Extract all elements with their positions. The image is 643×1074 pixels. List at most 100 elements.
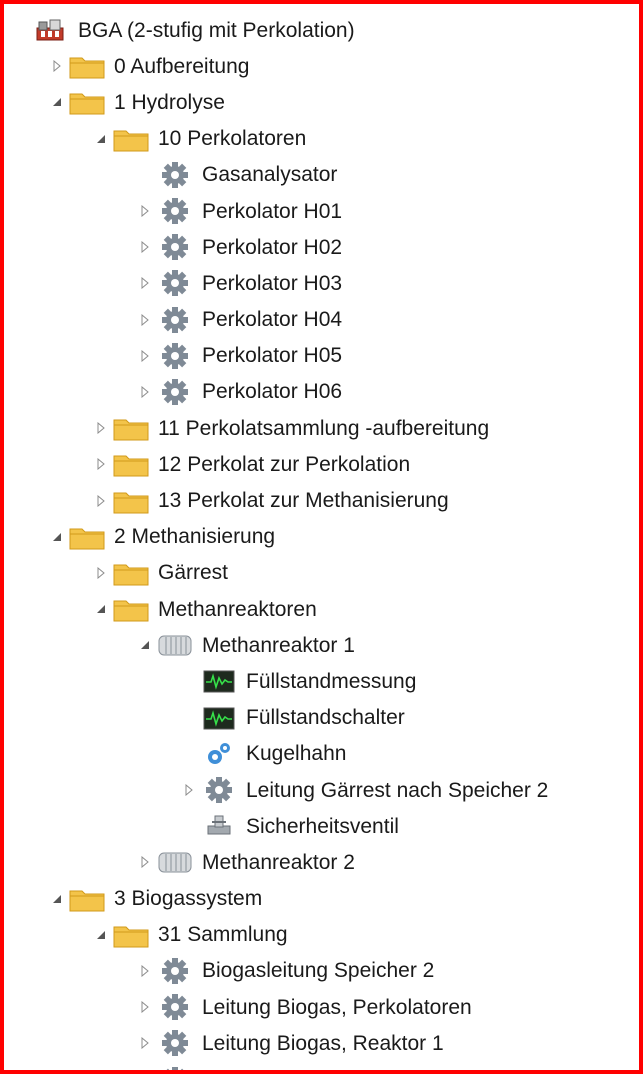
gear-icon <box>156 956 194 986</box>
tree-node-label: 3 Biogassystem <box>114 887 263 911</box>
collapsed-arrow-icon[interactable] <box>134 236 156 258</box>
monitor-icon <box>200 666 238 696</box>
tree-node[interactable]: Perkolator H06 <box>4 374 639 410</box>
collapsed-arrow-icon[interactable] <box>46 55 68 77</box>
expanded-arrow-icon[interactable] <box>134 634 156 656</box>
expanded-arrow-icon[interactable] <box>90 598 112 620</box>
tree-node-label: Gärrest <box>158 561 229 585</box>
tree-node-label: 2 Methanisierung <box>114 525 276 549</box>
folder-icon <box>112 449 150 479</box>
collapsed-arrow-icon[interactable] <box>90 490 112 512</box>
tree-node-label: Leitung Biogas, Reaktor 1 <box>202 1031 444 1055</box>
tree-node[interactable]: 11 Perkolatsammlung -aufbereitung <box>4 410 639 446</box>
tree-node-label: Perkolator H05 <box>202 344 343 368</box>
gear-icon <box>156 305 194 335</box>
monitor-icon <box>200 703 238 733</box>
tree-node[interactable]: 13 Perkolat zur Methanisierung <box>4 482 639 518</box>
collapsed-arrow-icon[interactable] <box>134 996 156 1018</box>
tree-node[interactable]: Perkolator H02 <box>4 229 639 265</box>
tree-node[interactable]: 1 Hydrolyse <box>4 84 639 120</box>
folder-icon <box>112 124 150 154</box>
folder-icon <box>68 51 106 81</box>
tree-node-label: 1 Hydrolyse <box>114 90 225 114</box>
expanded-arrow-icon[interactable] <box>90 128 112 150</box>
collapsed-arrow-icon[interactable] <box>90 562 112 584</box>
folder-icon <box>112 594 150 624</box>
tree-node-label: Sicherheitsventil <box>246 814 399 838</box>
tree-node[interactable]: Kugelhahn <box>4 736 639 772</box>
collapsed-arrow-icon[interactable] <box>134 272 156 294</box>
tree-node-label: 11 Perkolatsammlung -aufbereitung <box>158 416 490 440</box>
tree-node-label: 0 Aufbereitung <box>114 54 250 78</box>
tree-node[interactable]: Methanreaktoren <box>4 591 639 627</box>
gear-icon <box>156 992 194 1022</box>
tree-node-label: Methanreaktor 2 <box>202 850 355 874</box>
tree-node[interactable]: Sicherheitsventil <box>4 808 639 844</box>
collapsed-arrow-icon[interactable] <box>134 960 156 982</box>
tree-node[interactable]: Gasanalysator <box>4 157 639 193</box>
collapsed-arrow-icon[interactable] <box>134 1069 156 1070</box>
gear-icon <box>156 1065 194 1070</box>
collapsed-arrow-icon[interactable] <box>134 851 156 873</box>
expanded-arrow-icon[interactable] <box>46 526 68 548</box>
tank-icon <box>156 847 194 877</box>
valve-icon <box>200 811 238 841</box>
collapsed-arrow-icon[interactable] <box>90 453 112 475</box>
folder-icon <box>68 87 106 117</box>
tree-node[interactable]: Füllstandmessung <box>4 663 639 699</box>
tree-node-label: Leitung Gärrest nach Speicher 2 <box>246 778 549 802</box>
tree-node-label: 12 Perkolat zur Perkolation <box>158 452 411 476</box>
tree-node[interactable]: Perkolator H05 <box>4 338 639 374</box>
folder-icon <box>112 920 150 950</box>
tree-panel-frame: BGA (2-stufig mit Perkolation) 0 Aufbere… <box>0 0 643 1074</box>
tree-node-label: Füllstandschalter <box>246 706 405 730</box>
tree-node[interactable]: 3 Biogassystem <box>4 881 639 917</box>
folder-icon <box>68 522 106 552</box>
tree-node-label: Leitung Biogas, Reaktor 2 <box>202 1069 444 1070</box>
collapsed-arrow-icon[interactable] <box>134 200 156 222</box>
tree-node[interactable]: Leitung Gärrest nach Speicher 2 <box>4 772 639 808</box>
collapsed-arrow-icon[interactable] <box>134 345 156 367</box>
tree-node[interactable]: Methanreaktor 1 <box>4 627 639 663</box>
gear-icon <box>156 160 194 190</box>
tree-root[interactable]: BGA (2-stufig mit Perkolation) <box>4 12 639 48</box>
tree-node[interactable]: Leitung Biogas, Reaktor 1 <box>4 1025 639 1061</box>
tree-node[interactable]: 31 Sammlung <box>4 917 639 953</box>
collapsed-arrow-icon[interactable] <box>134 1032 156 1054</box>
expanded-arrow-icon[interactable] <box>46 91 68 113</box>
tree-node[interactable]: Leitung Biogas, Perkolatoren <box>4 989 639 1025</box>
tree-node[interactable]: 2 Methanisierung <box>4 519 639 555</box>
gear-icon <box>156 377 194 407</box>
tree-node[interactable]: Methanreaktor 2 <box>4 844 639 880</box>
collapsed-arrow-icon[interactable] <box>90 417 112 439</box>
folder-icon <box>112 413 150 443</box>
tree-node-label: Methanreaktoren <box>158 597 317 621</box>
tree-node-label: Perkolator H03 <box>202 271 343 295</box>
collapsed-arrow-icon[interactable] <box>134 309 156 331</box>
tree-node[interactable]: 12 Perkolat zur Perkolation <box>4 446 639 482</box>
tree-node-label: Füllstandmessung <box>246 669 417 693</box>
tree-node-label: Perkolator H04 <box>202 308 343 332</box>
tree-node[interactable]: 0 Aufbereitung <box>4 48 639 84</box>
gear-icon <box>156 268 194 298</box>
tree-node-label: Leitung Biogas, Perkolatoren <box>202 995 472 1019</box>
gear-icon <box>156 341 194 371</box>
tree-node[interactable]: Biogasleitung Speicher 2 <box>4 953 639 989</box>
tree-node[interactable]: Füllstandschalter <box>4 700 639 736</box>
collapsed-arrow-icon[interactable] <box>134 381 156 403</box>
collapsed-arrow-icon[interactable] <box>178 779 200 801</box>
tree-node-label: Perkolator H01 <box>202 199 343 223</box>
tree-node[interactable]: 10 Perkolatoren <box>4 121 639 157</box>
tree-node[interactable]: Gärrest <box>4 555 639 591</box>
expanded-arrow-icon[interactable] <box>46 888 68 910</box>
project-tree[interactable]: BGA (2-stufig mit Perkolation) 0 Aufbere… <box>4 12 639 1070</box>
tree-node[interactable]: Perkolator H01 <box>4 193 639 229</box>
gear-icon <box>200 775 238 805</box>
tree-node[interactable]: Perkolator H04 <box>4 302 639 338</box>
expanded-arrow-icon[interactable] <box>90 924 112 946</box>
tree-node-label: Kugelhahn <box>246 742 347 766</box>
tree-node[interactable]: Perkolator H03 <box>4 265 639 301</box>
tree-root-label: BGA (2-stufig mit Perkolation) <box>78 18 355 42</box>
tree-node[interactable]: Leitung Biogas, Reaktor 2 <box>4 1061 639 1070</box>
folder-icon <box>68 884 106 914</box>
